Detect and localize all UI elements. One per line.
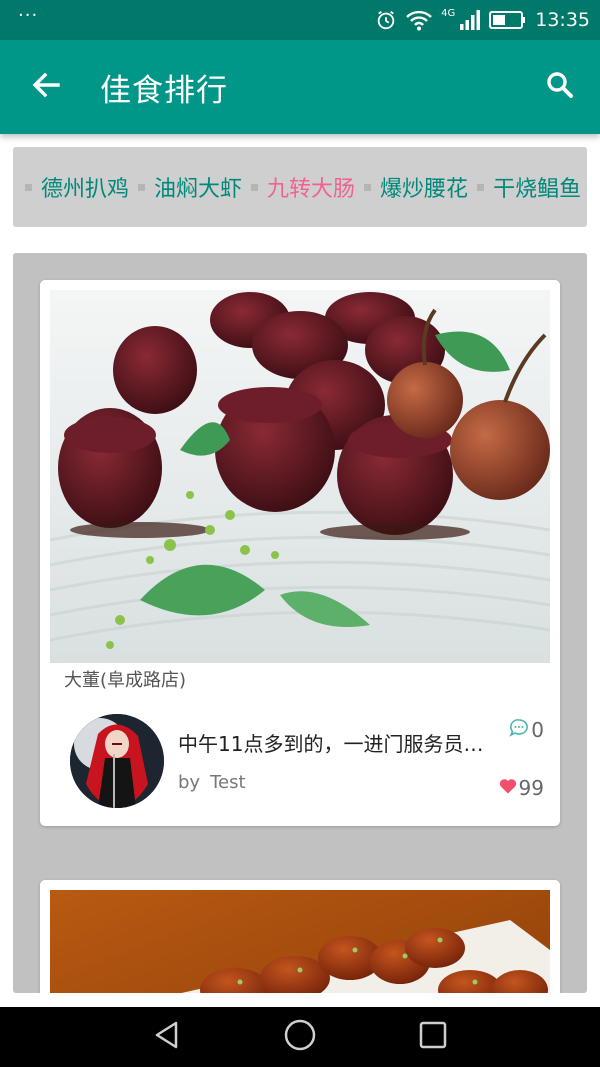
dish-photo[interactable] [50,890,550,993]
circle-home-icon [283,1018,317,1056]
comment-icon [509,718,529,742]
tab-separator [364,183,372,191]
nav-recents-button[interactable] [367,1007,500,1067]
tab-category-2[interactable]: 油焖大虾 [154,171,242,203]
tab-category-4[interactable]: 爆炒腰花 [380,171,468,203]
comment-button[interactable]: 0 [509,718,544,742]
page-title: 佳食排行 [100,72,228,109]
app-bar: 佳食排行 [0,40,600,134]
dish-card[interactable]: 大董(阜成路店) 中午11点多到的，一进门服务员… by Test 0 99 [40,280,560,826]
like-count: 99 [518,776,544,800]
search-icon [546,71,574,103]
tab-separator [25,183,32,191]
search-button[interactable] [540,67,580,107]
nav-back-button[interactable] [101,1007,234,1067]
tab-category-3[interactable]: 九转大肠 [267,171,355,203]
tab-category-1[interactable]: 德州扒鸡 [41,171,129,203]
back-button[interactable] [16,57,76,117]
wifi-icon [405,9,433,31]
shop-name: 大董(阜成路店) [64,670,187,691]
system-nav-bar [0,1007,600,1067]
arrow-left-icon [31,70,61,104]
triangle-back-icon [152,1020,182,1054]
category-tabs[interactable]: 德州扒鸡 油焖大虾 九转大肠 爆炒腰花 干烧鲳鱼 [13,147,587,227]
heart-icon [499,778,517,798]
nav-home-button[interactable] [234,1007,367,1067]
notification-dots: ··· [18,5,39,26]
by-label: by [178,772,201,793]
byline: by Test [178,772,246,793]
dish-photo[interactable] [50,290,550,663]
tab-separator [251,183,259,191]
like-button[interactable]: 99 [499,776,544,800]
alarm-icon [375,9,397,31]
avatar[interactable] [70,714,164,808]
clock: 13:35 [535,9,590,31]
network-type: 4G [441,7,456,19]
battery-icon [489,10,527,30]
dish-card[interactable] [40,880,560,993]
tab-separator [477,183,485,191]
review-text: 中午11点多到的，一进门服务员… [178,732,483,756]
status-bar: ··· 4G 13:35 [0,0,600,40]
feed-list[interactable]: 大董(阜成路店) 中午11点多到的，一进门服务员… by Test 0 99 [13,253,587,993]
signal-icon [459,9,481,31]
author-name[interactable]: Test [210,772,245,793]
tab-separator [138,183,146,191]
square-recents-icon [419,1021,447,1053]
comment-count: 0 [531,718,544,742]
tab-category-5[interactable]: 干烧鲳鱼 [493,171,581,203]
